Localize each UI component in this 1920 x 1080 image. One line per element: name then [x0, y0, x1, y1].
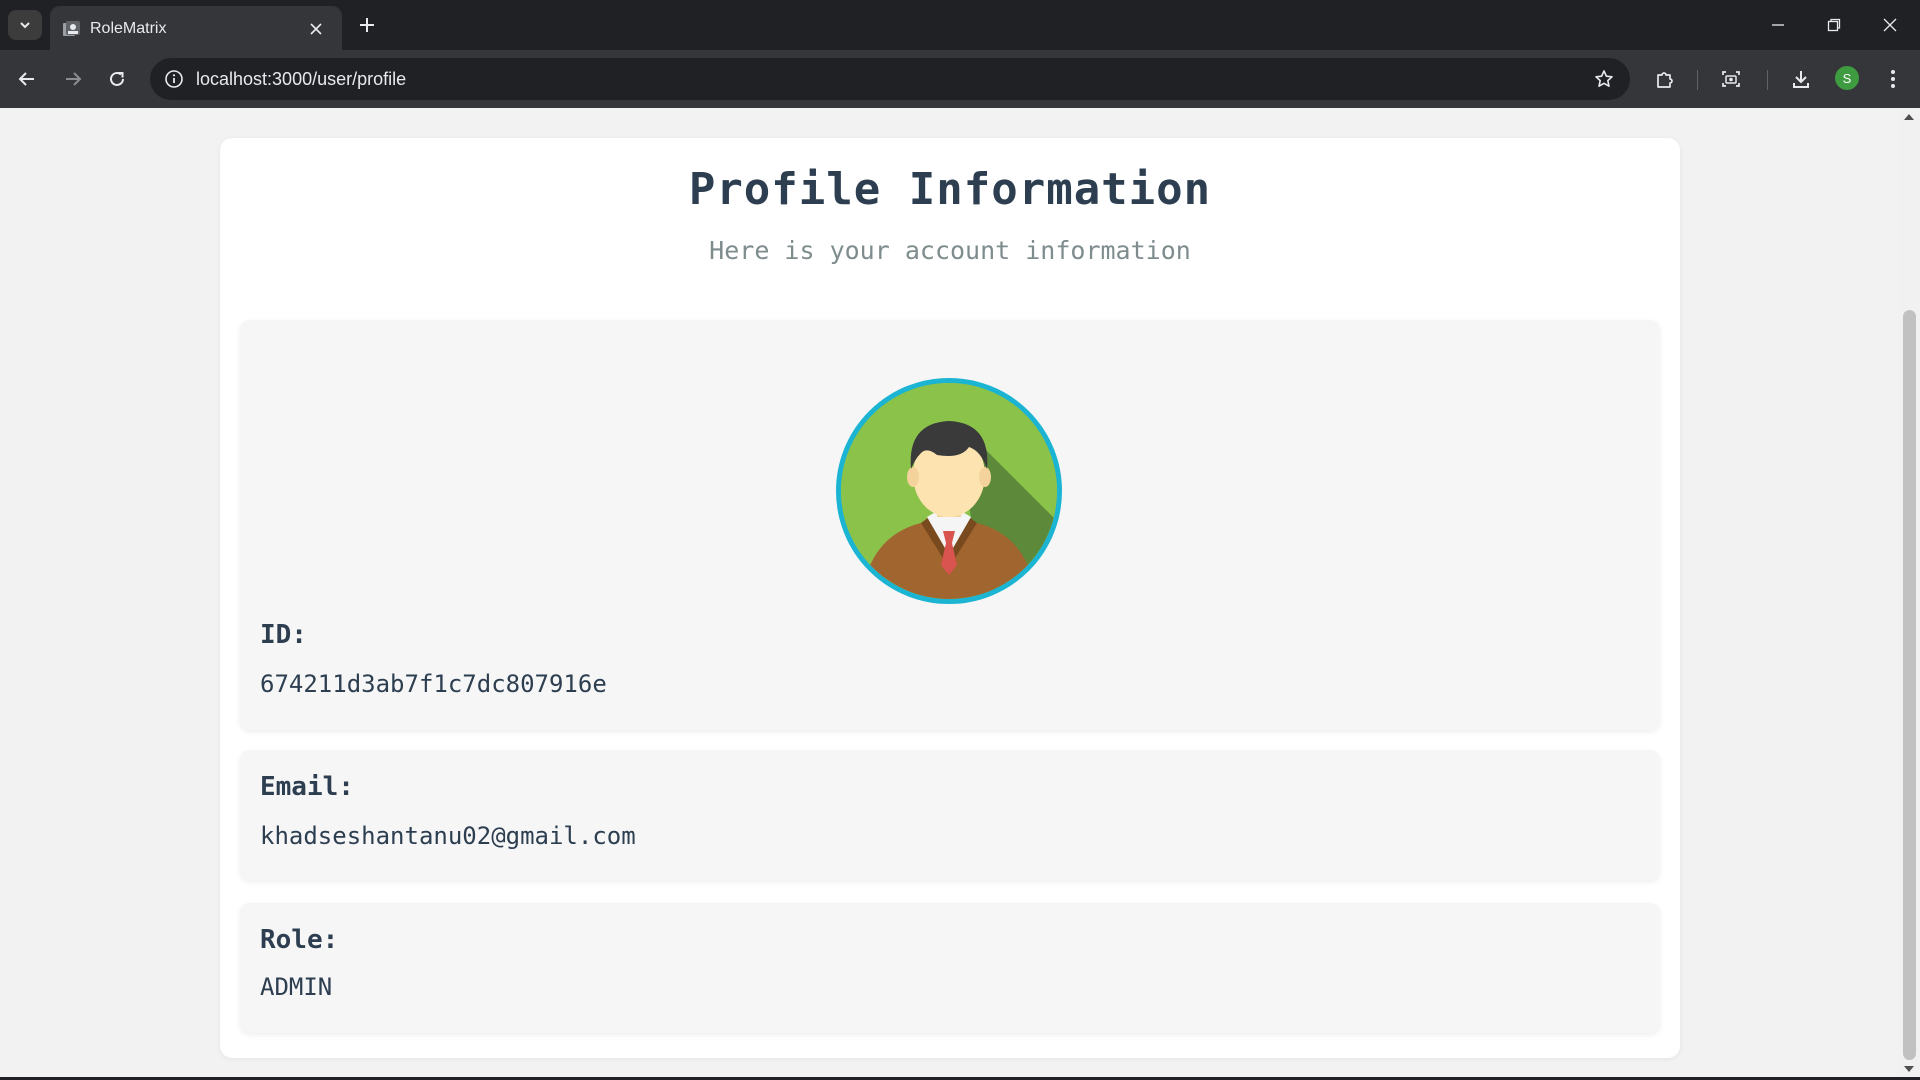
page-subtitle: Here is your account information	[709, 236, 1191, 265]
close-icon	[310, 23, 322, 35]
menu-button[interactable]	[1876, 62, 1910, 96]
id-section: ID: 674211d3ab7f1c7dc807916e	[240, 320, 1660, 730]
info-icon	[165, 70, 183, 88]
site-info-button[interactable]	[162, 67, 186, 91]
email-label: Email:	[260, 772, 354, 802]
email-section: Email: khadseshantanu02@gmail.com	[240, 750, 1660, 880]
puzzle-icon	[1657, 72, 1673, 88]
back-button[interactable]	[10, 62, 44, 96]
restore-button[interactable]	[1806, 0, 1862, 50]
more-vertical-icon	[1891, 70, 1895, 88]
minimize-button[interactable]	[1750, 0, 1806, 50]
arrow-left-icon	[18, 72, 34, 86]
profile-avatar-button[interactable]: S	[1835, 66, 1859, 90]
url-text[interactable]: localhost:3000/user/profile	[196, 69, 406, 90]
role-section: Role: ADMIN	[240, 903, 1660, 1033]
close-window-button[interactable]	[1862, 0, 1918, 50]
id-value: 674211d3ab7f1c7dc807916e	[260, 670, 607, 698]
forward-button[interactable]	[56, 62, 90, 96]
page-title: Profile Information	[688, 164, 1212, 215]
extensions-button[interactable]	[1648, 62, 1682, 96]
minimize-icon	[1772, 24, 1784, 26]
restore-icon	[1827, 18, 1841, 32]
reload-button[interactable]	[100, 62, 134, 96]
tab-active[interactable]: RoleMatrix	[50, 6, 342, 50]
role-value: ADMIN	[260, 973, 333, 1001]
new-tab-button[interactable]	[352, 10, 382, 40]
user-avatar-icon	[841, 383, 1057, 599]
download-icon	[1793, 71, 1809, 88]
screenshot-button[interactable]	[1714, 62, 1748, 96]
email-value: khadseshantanu02@gmail.com	[260, 822, 636, 850]
tab-search-button[interactable]	[8, 10, 42, 40]
app-favicon-icon	[63, 21, 80, 36]
scrollbar-thumb[interactable]	[1903, 310, 1916, 1060]
user-avatar	[836, 378, 1062, 604]
bookmark-button[interactable]	[1592, 67, 1616, 91]
profile-card: Profile Information Here is your account…	[220, 138, 1680, 1058]
downloads-button[interactable]	[1784, 62, 1818, 96]
toolbar-divider	[1697, 70, 1698, 90]
id-label: ID:	[260, 620, 307, 650]
vertical-scrollbar[interactable]	[1899, 108, 1920, 1078]
role-label: Role:	[260, 925, 339, 955]
scroll-down-arrow-icon[interactable]	[1904, 1066, 1914, 1072]
page-viewport: Profile Information Here is your account…	[0, 108, 1899, 1078]
tab-strip: RoleMatrix	[0, 0, 1920, 50]
tab-close-button[interactable]	[304, 17, 328, 41]
chevron-down-icon	[20, 22, 30, 29]
address-bar[interactable]: localhost:3000/user/profile	[150, 58, 1630, 100]
camera-icon	[1722, 71, 1740, 87]
plus-icon	[360, 18, 374, 32]
browser-toolbar: localhost:3000/user/profile	[0, 50, 1920, 108]
toolbar-divider	[1767, 70, 1768, 90]
arrow-right-icon	[66, 72, 82, 86]
reload-icon	[110, 71, 124, 86]
tab-title: RoleMatrix	[90, 20, 167, 37]
scroll-up-arrow-icon[interactable]	[1904, 114, 1914, 120]
close-icon	[1883, 18, 1897, 32]
star-icon	[1595, 70, 1613, 87]
